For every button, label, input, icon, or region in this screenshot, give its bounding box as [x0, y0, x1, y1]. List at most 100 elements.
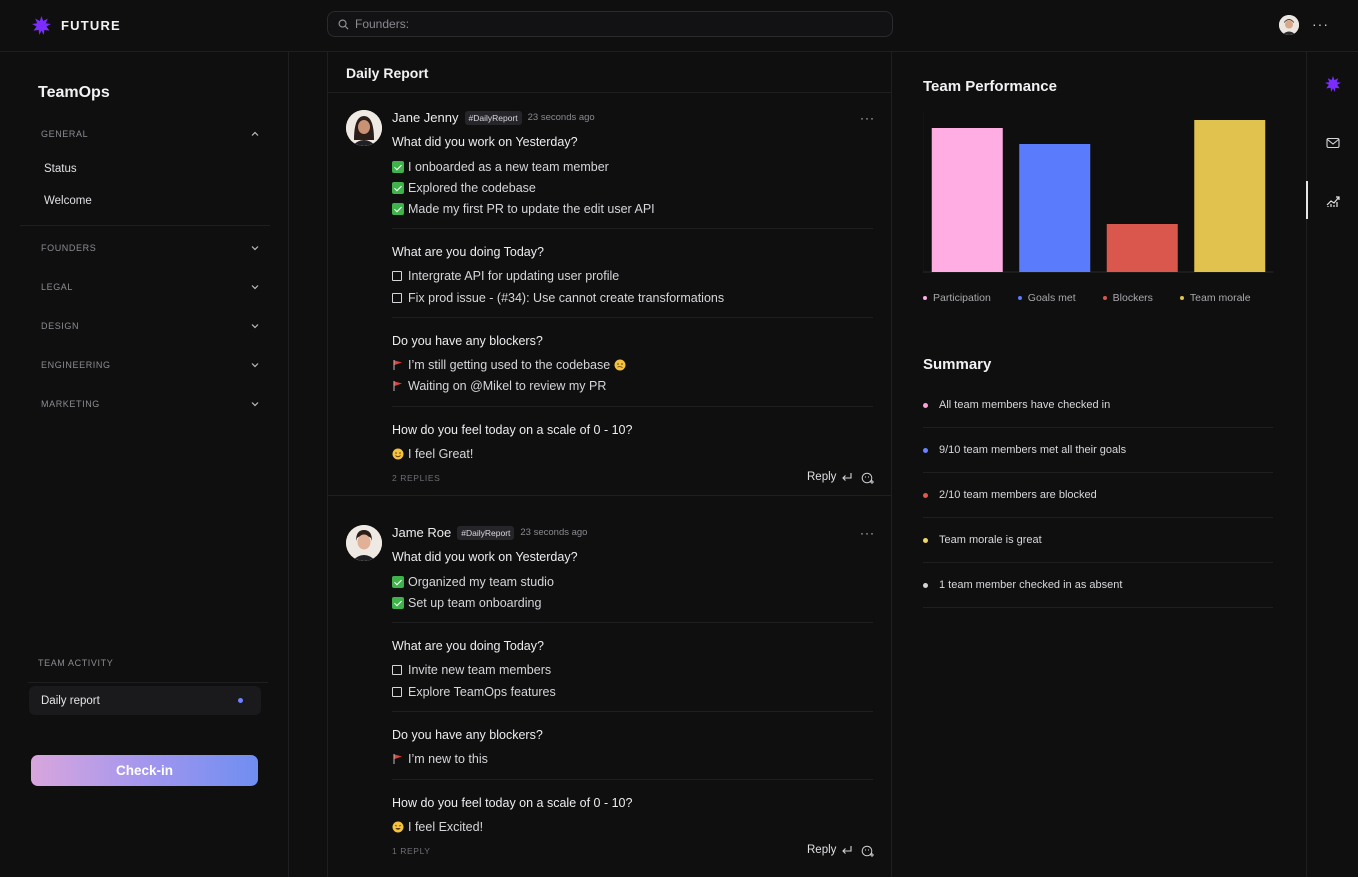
post-tag[interactable]: #DailyReport: [457, 525, 515, 540]
active-indicator: [1306, 181, 1308, 219]
question-yesterday: What did you work on Yesterday?: [392, 550, 578, 564]
author-name[interactable]: Jame Roe: [392, 525, 451, 540]
checkbox-icon: [392, 271, 402, 281]
todo-item: Fix prod issue - (#34): Use cannot creat…: [392, 291, 724, 305]
grimace-emoji-icon: [614, 359, 626, 371]
divider: [328, 92, 891, 93]
divider: [392, 779, 873, 780]
sidebar-item-status[interactable]: Status: [20, 153, 270, 185]
reply-button[interactable]: Reply: [807, 471, 852, 483]
chart-bar-goals-met: [1019, 144, 1091, 272]
section-header-engineering[interactable]: ENGINEERING: [20, 345, 270, 384]
sidebar: TeamOps GENERAL Status Welcome FOUNDERS …: [0, 52, 289, 877]
section-label: GENERAL: [41, 128, 89, 139]
search-icon: [338, 19, 349, 29]
right-panel: Team Performance Participation Goals met B…: [893, 52, 1306, 877]
section-label: DESIGN: [41, 320, 80, 331]
logo-star-icon[interactable]: [1325, 76, 1341, 92]
post-more-icon[interactable]: ···: [860, 526, 875, 540]
done-item: Made my first PR to update the edit user…: [392, 202, 655, 216]
author-avatar[interactable]: [346, 525, 382, 561]
author-avatar[interactable]: [346, 110, 382, 146]
legend-label: Team morale: [1189, 292, 1251, 304]
section-header-design[interactable]: DESIGN: [20, 306, 270, 345]
feed-title: Daily Report: [346, 65, 429, 81]
check-icon: [392, 182, 404, 194]
search-input[interactable]: [355, 17, 875, 31]
question-today: What are you doing Today?: [392, 245, 544, 259]
divider: [392, 406, 873, 407]
logo[interactable]: FUTURE: [32, 16, 121, 35]
divider: [392, 228, 873, 229]
team-performance-title: Team Performance: [923, 78, 1057, 95]
divider: [392, 711, 873, 712]
summary-item: 1 team member checked in as absent: [923, 563, 1273, 608]
add-reaction-icon[interactable]: [861, 844, 875, 858]
divider: [28, 682, 268, 683]
done-text: Set up team onboarding: [408, 596, 542, 610]
post-more-icon[interactable]: ···: [860, 111, 875, 125]
todo-item: Explore TeamOps features: [392, 685, 556, 699]
chart-bar-participation: [931, 128, 1003, 272]
red-flag-icon: [393, 360, 402, 370]
sidebar-brand: TeamOps: [38, 84, 110, 101]
divider: [328, 495, 891, 496]
author-name[interactable]: Jane Jenny: [392, 110, 459, 125]
section-header-marketing[interactable]: MARKETING: [20, 384, 270, 423]
add-reaction-icon[interactable]: [861, 471, 875, 485]
app-root: FUTURE ··· TeamOps GENERAL: [0, 0, 1358, 877]
replies-count[interactable]: 1 REPLY: [392, 846, 431, 856]
checkbox-icon: [392, 687, 402, 697]
todo-item: Intergrate API for updating user profile: [392, 269, 619, 283]
search-bar[interactable]: [327, 11, 893, 37]
done-text: Made my first PR to update the edit user…: [408, 202, 655, 216]
legend-label: Participation: [933, 292, 991, 304]
feeling-text: I feel Great!: [408, 447, 474, 461]
summary-text: Team morale is great: [939, 534, 1042, 546]
section-header-general[interactable]: GENERAL: [20, 114, 270, 153]
summary-dot: [923, 447, 928, 453]
summary-text: All team members have checked in: [939, 399, 1111, 411]
sidebar-item-daily-report[interactable]: Daily report: [29, 686, 261, 715]
logo-text: FUTURE: [61, 18, 121, 33]
more-options-icon[interactable]: ···: [1312, 16, 1329, 32]
section-header-founders[interactable]: FOUNDERS: [20, 228, 270, 267]
done-text: Explored the codebase: [408, 181, 536, 195]
reply-arrow-icon: [842, 473, 852, 481]
chart-legend: Participation Goals met Blockers Team moral…: [923, 292, 1278, 304]
summary-item: 9/10 team members met all their goals: [923, 428, 1273, 473]
done-item: I onboarded as a new team member: [392, 160, 609, 174]
summary-dot: [923, 537, 928, 543]
todo-item: Invite new team members: [392, 663, 551, 677]
post-tag[interactable]: #DailyReport: [464, 110, 522, 125]
legend-label: Blockers: [1112, 292, 1153, 304]
replies-count[interactable]: 2 REPLIES: [392, 473, 440, 483]
todo-text: Explore TeamOps features: [408, 685, 556, 699]
chevron-up-icon: [251, 131, 259, 136]
question-blockers: Do you have any blockers?: [392, 334, 543, 348]
summary-item: All team members have checked in: [923, 383, 1273, 428]
mail-icon[interactable]: [1325, 135, 1341, 151]
feeling-answer: I feel Great!: [392, 447, 473, 461]
todo-text: Invite new team members: [408, 663, 552, 677]
reply-button[interactable]: Reply: [807, 844, 852, 856]
legend-item: Team morale: [1179, 292, 1251, 304]
post-time: 23 seconds ago: [527, 112, 595, 123]
team-activity-heading: TEAM ACTIVITY: [38, 658, 114, 668]
blocker-text: I’m new to this: [408, 752, 488, 766]
section-header-legal[interactable]: LEGAL: [20, 267, 270, 306]
post-header: Jame Roe #DailyReport 23 seconds ago: [392, 525, 587, 540]
done-item: Organized my team studio: [392, 575, 554, 589]
legend-dot: [1017, 296, 1022, 300]
question-feeling: How do you feel today on a scale of 0 - …: [392, 796, 633, 810]
unread-dot: [238, 698, 243, 703]
todo-text: Intergrate API for updating user profile: [408, 269, 620, 283]
analytics-icon[interactable]: [1325, 193, 1341, 209]
smile-emoji-icon: [392, 448, 404, 460]
check-in-button[interactable]: Check-in: [31, 755, 258, 786]
chart-bar-team-morale: [1194, 120, 1266, 272]
checkbox-icon: [392, 293, 402, 303]
blocker-item: Waiting on @Mikel to review my PR: [392, 379, 606, 393]
sidebar-item-welcome[interactable]: Welcome: [20, 185, 270, 217]
user-avatar[interactable]: [1279, 15, 1299, 35]
